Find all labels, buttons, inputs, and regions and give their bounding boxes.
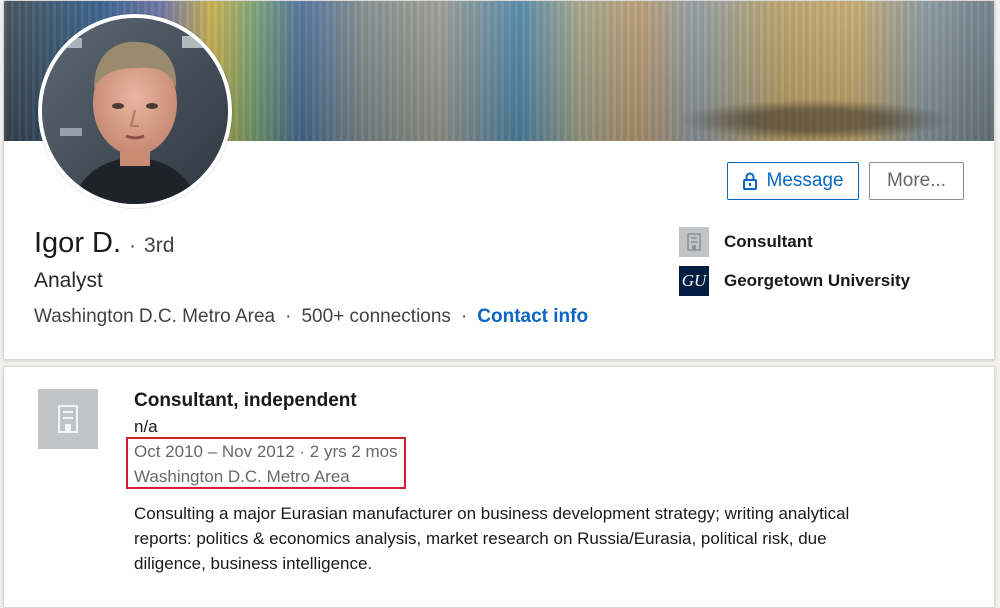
experience-dates: Oct 2010 – Nov 2012 · 2 yrs 2 mos: [134, 442, 398, 461]
profile-location: Washington D.C. Metro Area: [34, 306, 276, 327]
profile-name-row: Igor D. · 3rd: [34, 227, 174, 260]
message-button-label: Message: [766, 170, 844, 191]
current-position-label: Consultant: [724, 232, 813, 251]
message-button[interactable]: Message: [727, 162, 859, 200]
lock-icon: [743, 172, 758, 190]
profile-meta-row: Washington D.C. Metro Area · 500+ connec…: [34, 306, 588, 328]
building-icon[interactable]: [38, 389, 98, 449]
experience-location: Washington D.C. Metro Area: [134, 467, 350, 486]
avatar-photo: [42, 18, 228, 204]
meta-separator: ·: [460, 306, 468, 327]
degree-separator: ·: [129, 234, 137, 257]
profile-name: Igor D.: [34, 227, 122, 259]
current-position-link[interactable]: Consultant: [679, 227, 813, 257]
georgetown-logo-icon: GU: [679, 266, 709, 296]
experience-title: Consultant, independent: [134, 390, 357, 411]
contact-info-link[interactable]: Contact info: [477, 306, 588, 328]
education-link[interactable]: GU Georgetown University: [679, 266, 910, 296]
experience-description: Consulting a major Eurasian manufacturer…: [134, 504, 850, 573]
experience-card: Consultant, independent n/a Oct 2010 – N…: [3, 366, 995, 608]
connection-degree: 3rd: [144, 234, 175, 257]
profile-top-card: Message More... Igor D. · 3rd Analyst Wa…: [3, 0, 995, 360]
georgetown-logo-text: GU: [681, 271, 707, 290]
building-icon: [679, 227, 709, 257]
education-label: Georgetown University: [724, 271, 911, 290]
more-button[interactable]: More...: [869, 162, 964, 200]
profile-headline: Analyst: [34, 269, 103, 292]
meta-separator: ·: [285, 306, 292, 327]
avatar[interactable]: [38, 14, 232, 208]
experience-company: n/a: [134, 417, 158, 436]
connections-count[interactable]: 500+ connections: [301, 306, 450, 328]
more-button-label: More...: [886, 170, 947, 191]
